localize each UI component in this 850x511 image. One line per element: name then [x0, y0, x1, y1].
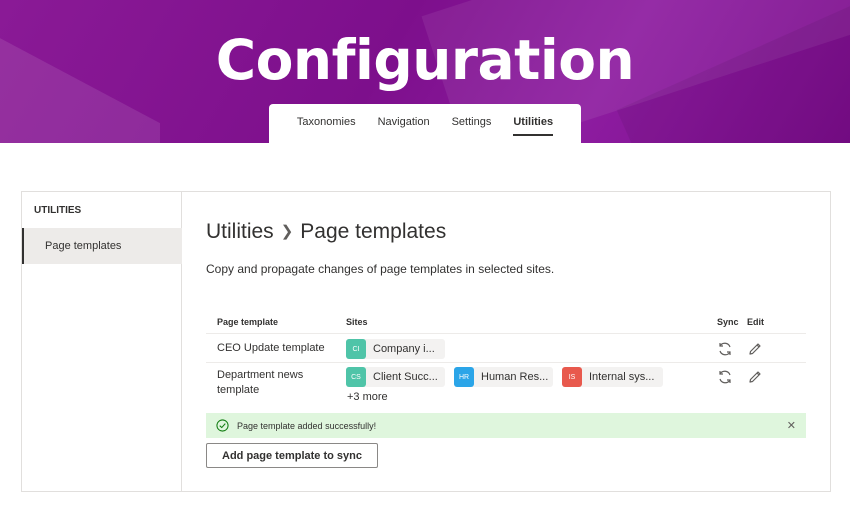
template-name-line: Department news: [217, 369, 304, 381]
more-sites-link[interactable]: +3 more: [347, 391, 388, 403]
breadcrumb: Utilities ❯ Page templates: [206, 220, 446, 244]
site-initials-badge: CI: [346, 339, 366, 359]
table-header: Page template Sites Sync Edit: [206, 312, 806, 334]
utilities-panel: UTILITIES Page templates Utilities ❯ Page …: [21, 191, 831, 492]
sidebar-heading: UTILITIES: [34, 205, 82, 216]
pencil-icon[interactable]: [747, 369, 763, 385]
site-label: Company i...: [373, 343, 435, 355]
column-header-template: Page template: [217, 317, 279, 327]
site-initials-badge: HR: [454, 367, 474, 387]
tab-navigation[interactable]: Navigation: [378, 116, 430, 136]
pencil-icon[interactable]: [747, 341, 763, 357]
template-name: Department news template: [217, 368, 303, 398]
site-label: Human Res...: [481, 371, 549, 383]
breadcrumb-parent: Utilities: [206, 220, 274, 243]
template-name: CEO Update template: [217, 342, 325, 354]
success-message-bar: Page template added successfully! ✕: [206, 413, 806, 438]
column-header-sites: Sites: [346, 317, 368, 327]
checkmark-circle-icon: [216, 419, 229, 432]
site-chip[interactable]: CI Company i...: [346, 339, 445, 359]
sync-icon[interactable]: [717, 341, 733, 357]
site-chip[interactable]: HR Human Res...: [454, 367, 553, 387]
sidebar: UTILITIES Page templates: [22, 192, 182, 491]
tab-taxonomies[interactable]: Taxonomies: [297, 116, 356, 136]
column-header-edit: Edit: [747, 317, 764, 327]
header-banner: Configuration Taxonomies Navigation Sett…: [0, 0, 850, 143]
sync-icon[interactable]: [717, 369, 733, 385]
site-label: Client Succ...: [373, 371, 438, 383]
site-chip[interactable]: IS Internal sys...: [562, 367, 663, 387]
site-chip[interactable]: CS Client Succ...: [346, 367, 445, 387]
sidebar-item-page-templates[interactable]: Page templates: [22, 228, 182, 264]
close-icon[interactable]: ✕: [787, 419, 796, 432]
chevron-right-icon: ❯: [280, 223, 294, 240]
page-title: Configuration: [215, 28, 635, 92]
site-initials-badge: CS: [346, 367, 366, 387]
tab-bar: Taxonomies Navigation Settings Utilities: [269, 104, 581, 143]
page-description: Copy and propagate changes of page templ…: [206, 262, 555, 276]
table-row: Department news template CS Client Succ.…: [206, 364, 806, 408]
site-label: Internal sys...: [589, 371, 655, 383]
add-page-template-button[interactable]: Add page template to sync: [206, 443, 378, 468]
site-initials-badge: IS: [562, 367, 582, 387]
success-message-text: Page template added successfully!: [237, 420, 377, 431]
tab-settings[interactable]: Settings: [452, 116, 492, 136]
tab-utilities[interactable]: Utilities: [513, 116, 553, 136]
breadcrumb-current: Page templates: [300, 220, 447, 243]
column-header-sync: Sync: [717, 317, 739, 327]
table-row: CEO Update template CI Company i...: [206, 335, 806, 363]
template-name-line: template: [217, 384, 260, 396]
main-content: Utilities ❯ Page templates Copy and propag…: [206, 192, 830, 491]
